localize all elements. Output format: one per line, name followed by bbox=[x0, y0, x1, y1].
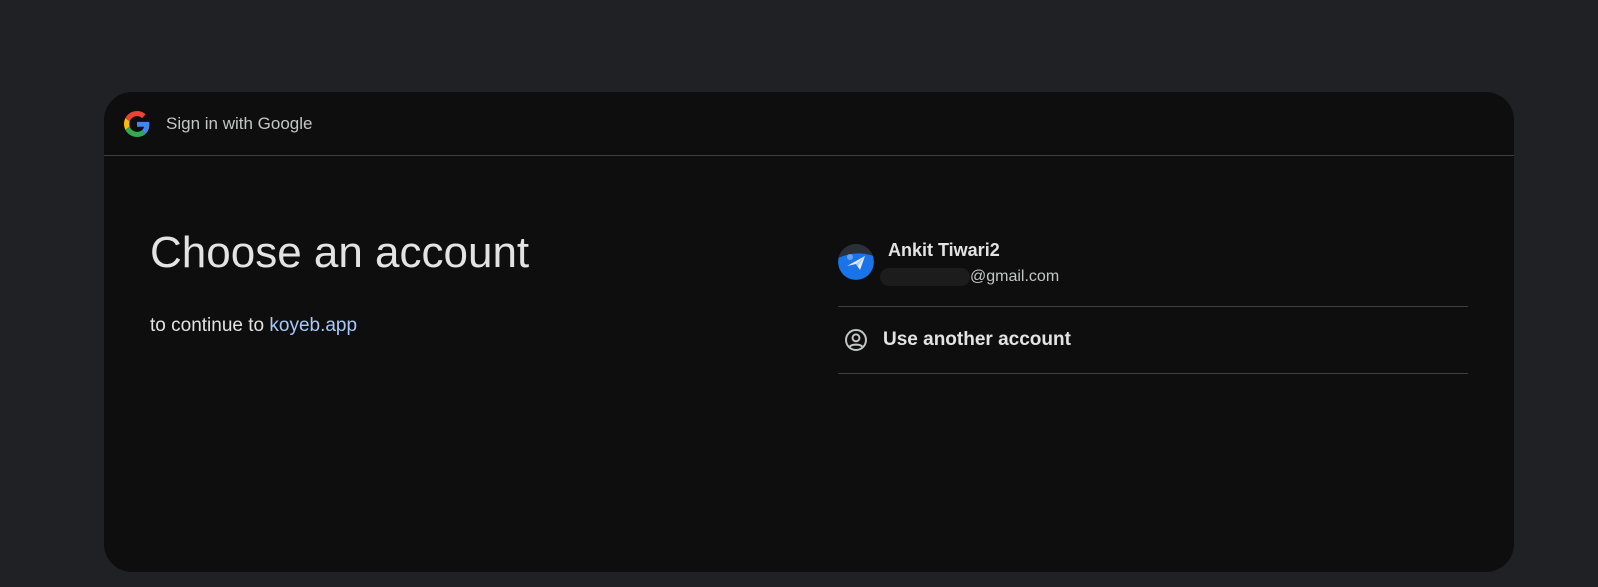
heading-section: Choose an account to continue to koyeb.a… bbox=[150, 227, 529, 337]
card-header: Sign in with Google bbox=[104, 92, 1514, 156]
page-title: Choose an account bbox=[150, 228, 530, 277]
subtitle-prefix: to continue to bbox=[150, 315, 265, 336]
account-email: @gmail.com bbox=[880, 266, 1060, 288]
account-email-domain: @gmail.com bbox=[970, 268, 1060, 285]
subtitle: to continue to koyeb.app bbox=[150, 315, 529, 337]
account-list: Ankit Tiwari2 @gmail.com Use another acc… bbox=[838, 240, 1468, 374]
account-name: Ankit Tiwari2 bbox=[888, 240, 1000, 260]
use-another-account-button[interactable]: Use another account bbox=[838, 307, 1468, 374]
person-circle-icon bbox=[843, 327, 869, 353]
sign-in-card: Sign in with Google Choose an account to… bbox=[104, 92, 1514, 572]
avatar bbox=[838, 244, 874, 280]
use-another-account-label: Use another account bbox=[883, 329, 1071, 350]
header-title: Sign in with Google bbox=[166, 113, 313, 133]
app-link[interactable]: koyeb.app bbox=[269, 315, 357, 336]
google-g-icon bbox=[124, 110, 150, 137]
redacted-block bbox=[880, 268, 970, 286]
account-text: Ankit Tiwari2 @gmail.com bbox=[880, 238, 1060, 288]
account-item[interactable]: Ankit Tiwari2 @gmail.com bbox=[838, 240, 1468, 307]
